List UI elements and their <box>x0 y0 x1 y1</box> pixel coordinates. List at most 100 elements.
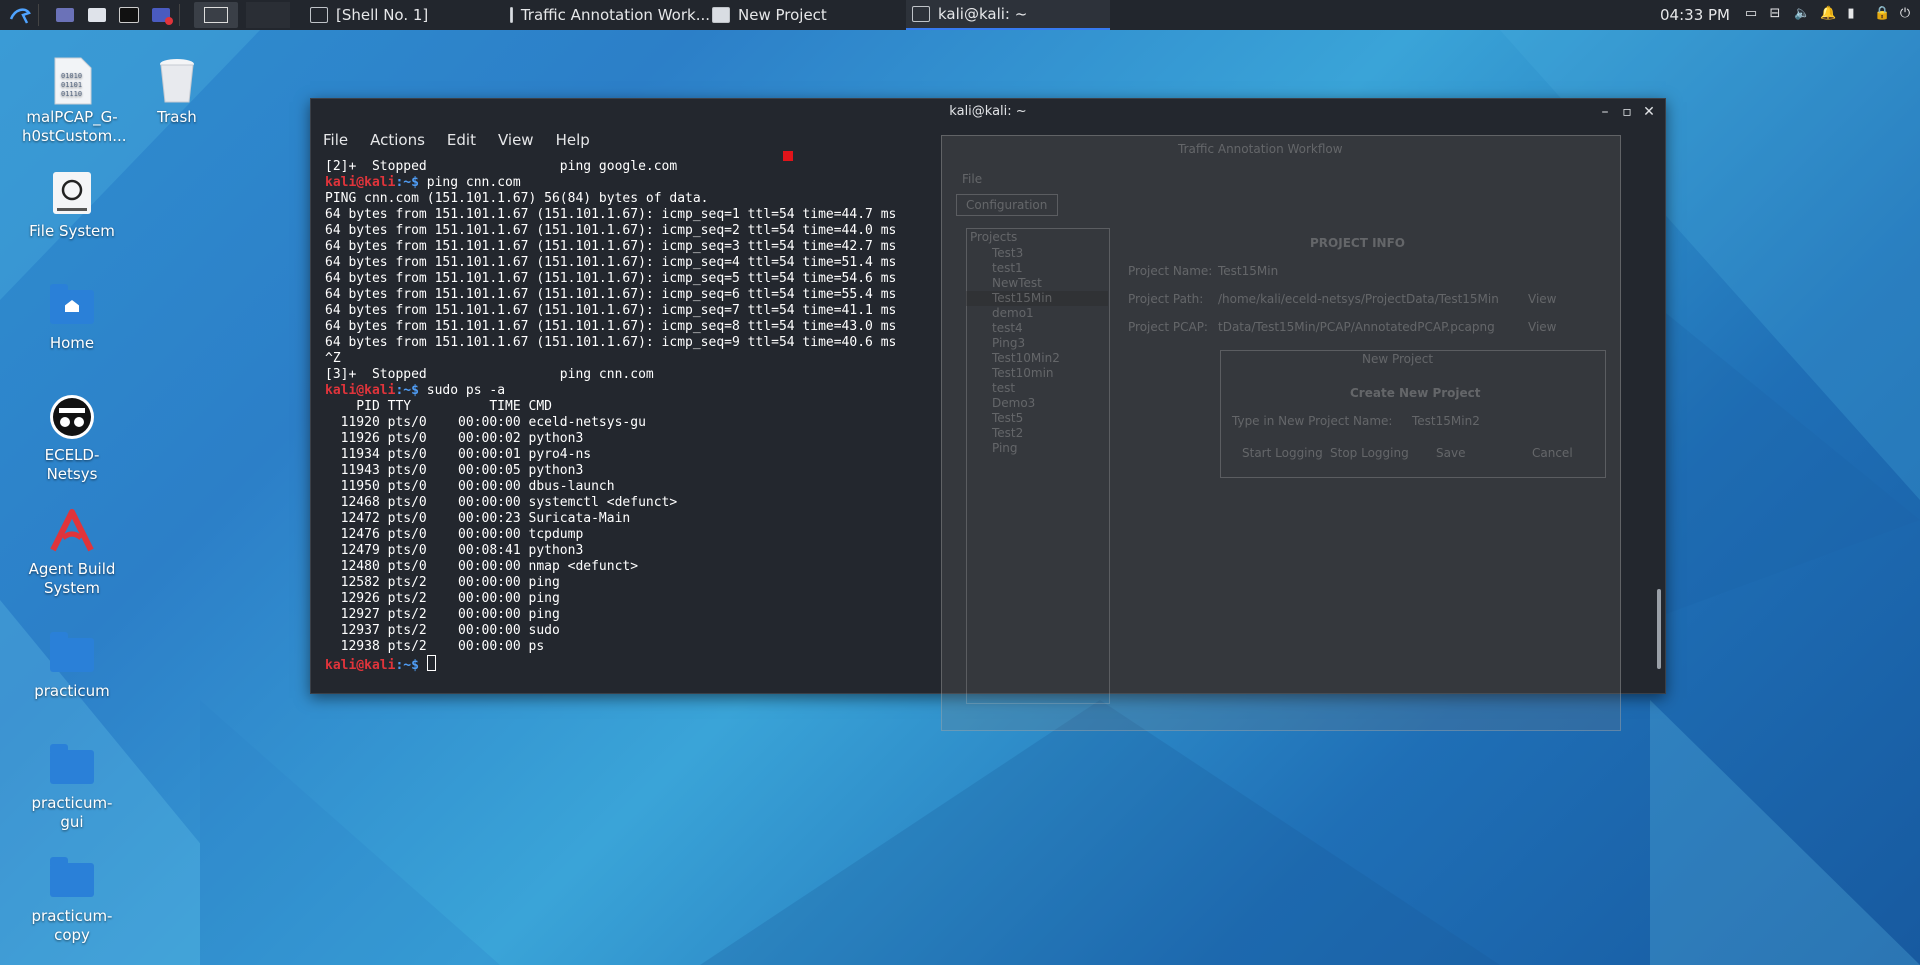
terminal-line: 12937 pts/2 00:00:00 sudo <box>325 623 560 638</box>
menu-file[interactable]: File <box>323 131 348 149</box>
terminal-line: 11934 pts/0 00:00:01 pyro4-ns <box>325 447 592 462</box>
folder-icon <box>50 857 94 897</box>
window-icon <box>712 7 730 23</box>
task-traffic-annotation[interactable]: Traffic Annotation Work... <box>510 0 710 30</box>
terminal-line: 12476 pts/0 00:00:00 tcpdump <box>325 527 584 542</box>
prompt-path: :~$ <box>395 175 419 190</box>
prompt-path: :~$ <box>395 658 419 673</box>
menu-edit[interactable]: Edit <box>447 131 476 149</box>
network-icon[interactable]: ⊟ <box>1768 7 1782 21</box>
desktop-icon-label: practicum-copy <box>31 907 113 944</box>
lock-icon[interactable]: 🔒 <box>1874 7 1890 21</box>
terminal-line: 64 bytes from 151.101.1.67 (151.101.1.67… <box>325 239 897 254</box>
terminal-line: kali@kali:~$ ping cnn.com <box>325 175 1655 191</box>
terminal-line: 64 bytes from 151.101.1.67 (151.101.1.67… <box>325 271 897 286</box>
taskbar-separator <box>179 4 180 26</box>
menu-help[interactable]: Help <box>556 131 590 149</box>
terminal-line: 11926 pts/0 00:00:02 python3 <box>325 431 584 446</box>
task-shell-no-1[interactable]: [Shell No. 1] <box>310 0 500 30</box>
taskbar: [Shell No. 1] Traffic Annotation Work...… <box>0 0 1920 30</box>
terminal-line: 64 bytes from 151.101.1.67 (151.101.1.67… <box>325 255 897 270</box>
desktop-icon-malpcap[interactable]: 01010 01101 01110 malPCAP_G-h0stCustom... <box>22 56 127 146</box>
trash-icon <box>154 56 200 103</box>
desktop-icon-practicum-gui[interactable]: practicum-gui <box>22 742 122 832</box>
terminal-line: kali@kali:~$ sudo ps -a <box>325 383 1655 399</box>
terminal-cursor <box>426 655 436 671</box>
terminal-line: 12479 pts/0 00:08:41 python3 <box>325 543 584 558</box>
menu-view[interactable]: View <box>498 131 534 149</box>
terminal-line: 64 bytes from 151.101.1.67 (151.101.1.67… <box>325 223 897 238</box>
workspace-1-icon[interactable] <box>194 2 238 28</box>
task-label: New Project <box>738 6 827 24</box>
desktop-icon-label: Agent Build System <box>28 560 116 597</box>
kali-menu-icon[interactable] <box>8 4 32 26</box>
close-button[interactable]: ✕ <box>1639 99 1659 125</box>
display-icon[interactable]: ▭ <box>1744 7 1758 21</box>
task-label: kali@kali: ~ <box>938 5 1028 23</box>
desktop-icon-filesystem[interactable]: File System <box>22 170 122 241</box>
terminal-line: [2]+ Stopped ping google.com <box>325 159 678 174</box>
terminal-line: 11950 pts/0 00:00:00 dbus-launch <box>325 479 615 494</box>
terminal-icon <box>912 6 930 22</box>
folder-icon <box>50 632 94 672</box>
file-manager-icon[interactable] <box>85 4 109 26</box>
svg-text:01010: 01010 <box>61 72 82 80</box>
workspace-2-icon[interactable] <box>246 2 290 28</box>
terminal-line: kali@kali:~$ <box>325 655 1655 674</box>
desktop-icon-label: Trash <box>157 108 197 126</box>
terminal-output[interactable]: [2]+ Stopped ping google.com kali@kali:~$… <box>325 159 1655 683</box>
screen-recorder-icon[interactable] <box>149 4 173 26</box>
command-text: sudo ps -a <box>418 383 506 398</box>
terminal-line: 64 bytes from 151.101.1.67 (151.101.1.67… <box>325 319 897 334</box>
desktop-icon-label: malPCAP_G-h0stCustom... <box>22 108 127 145</box>
menu-actions[interactable]: Actions <box>370 131 425 149</box>
prompt-path: :~$ <box>395 383 419 398</box>
command-text <box>419 658 427 673</box>
desktop-icon-trash[interactable]: Trash <box>127 56 227 127</box>
task-label: Traffic Annotation Work... <box>520 6 710 24</box>
terminal-line: 12480 pts/0 00:00:00 nmap <defunct> <box>325 559 639 574</box>
prompt-user: kali@kali <box>325 658 396 673</box>
desktop-icon-practicum[interactable]: practicum <box>22 630 122 701</box>
power-icon[interactable]: ⏻ <box>1898 7 1912 21</box>
agent-build-icon <box>49 508 95 554</box>
terminal-scrollbar[interactable] <box>1657 589 1661 669</box>
desktop-icon-agent-build[interactable]: Agent Build System <box>22 508 122 598</box>
desktop-icon-label: Home <box>49 334 95 352</box>
minimize-button[interactable]: – <box>1595 99 1615 125</box>
desktop-icon-practicum-copy[interactable]: practicum-copy <box>22 855 122 945</box>
desktop-icon-label: practicum-gui <box>31 794 113 831</box>
task-new-project[interactable]: New Project <box>712 0 902 30</box>
maximize-button[interactable]: ▫ <box>1617 99 1637 125</box>
taskbar-separator <box>38 4 39 26</box>
svg-text:01101: 01101 <box>61 81 82 89</box>
task-terminal-kali[interactable]: kali@kali: ~ <box>906 0 1110 30</box>
terminal-line: 12472 pts/0 00:00:23 Suricata-Main <box>325 511 631 526</box>
terminal-line: 64 bytes from 151.101.1.67 (151.101.1.67… <box>325 207 897 222</box>
show-desktop-icon[interactable] <box>53 4 77 26</box>
clock[interactable]: 04:33 PM <box>1660 6 1730 24</box>
terminal-line: 12927 pts/2 00:00:00 ping <box>325 607 560 622</box>
terminal-line: 64 bytes from 151.101.1.67 (151.101.1.67… <box>325 303 897 318</box>
desktop-icon-home[interactable]: Home <box>22 282 122 353</box>
binary-file-icon: 01010 01101 01110 <box>49 56 95 105</box>
terminal-line: 11920 pts/0 00:00:00 eceld-netsys-gu <box>325 415 646 430</box>
terminal-line: PING cnn.com (151.101.1.67) 56(84) bytes… <box>325 191 709 206</box>
folder-icon <box>50 744 94 784</box>
notification-bell-icon[interactable]: 🔔 <box>1820 7 1836 21</box>
prompt-user: kali@kali <box>325 175 396 190</box>
desktop-icon-label: File System <box>29 222 115 240</box>
window-titlebar[interactable]: kali@kali: ~ – ▫ ✕ <box>311 99 1665 125</box>
command-text: ping cnn.com <box>418 175 521 190</box>
window-icon <box>510 7 513 23</box>
task-label: [Shell No. 1] <box>336 6 429 24</box>
desktop-icon-eceld-netsys[interactable]: ECELD-Netsys <box>22 394 122 484</box>
svg-text:01110: 01110 <box>61 90 82 98</box>
terminal-launcher-icon[interactable] <box>117 4 141 26</box>
terminal-line: [3]+ Stopped ping cnn.com <box>325 367 654 382</box>
battery-icon[interactable]: ▮ <box>1844 7 1858 21</box>
terminal-icon <box>310 7 328 23</box>
volume-icon[interactable]: 🔈 <box>1794 7 1810 21</box>
terminal-line: PID TTY TIME CMD <box>325 399 552 414</box>
terminal-window[interactable]: kali@kali: ~ – ▫ ✕ File Actions Edit Vie… <box>310 98 1666 731</box>
